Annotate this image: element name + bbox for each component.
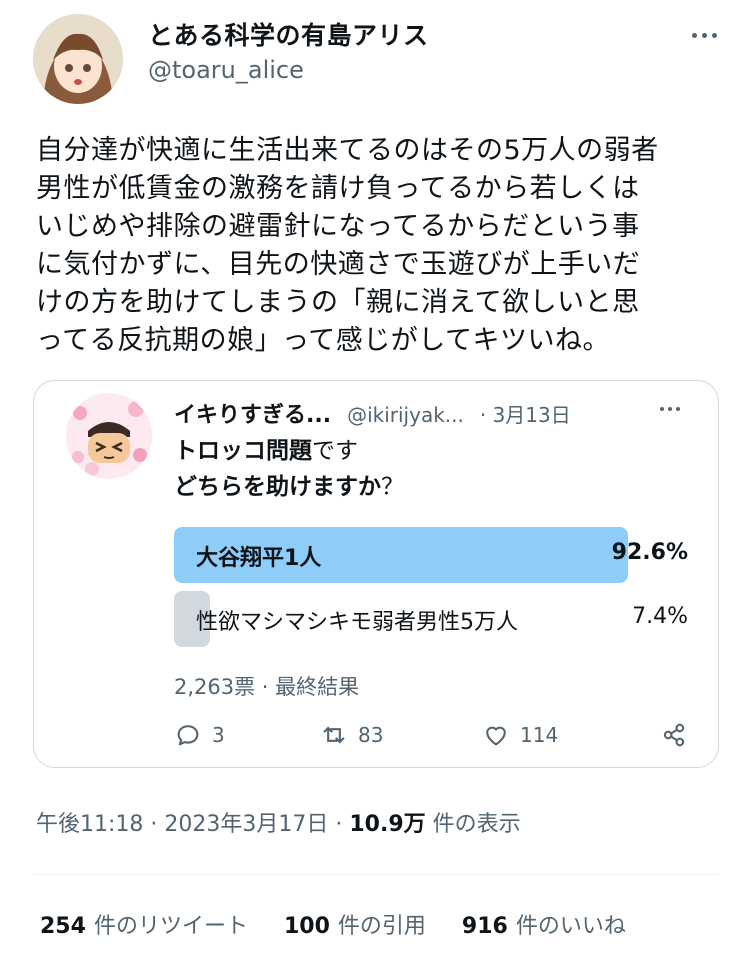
poll-option-2: 性欲マシマシキモ弱者男性5万人 7.4% [174, 591, 688, 647]
retweet-icon [323, 726, 345, 744]
retweets-stat[interactable]: 254 件のリツイート [40, 908, 248, 940]
reply-count: 3 [212, 723, 225, 747]
share-icon [663, 723, 685, 747]
tweet-timestamp: 午後11:18 · 2023年3月17日 · 10.9万 件の表示 [36, 806, 521, 838]
like-count: 114 [520, 723, 559, 747]
poll-option-1: 大谷翔平1人 92.6% [174, 527, 688, 583]
quoted-date[interactable]: · 3月13日 [480, 399, 571, 428]
reply-icon [177, 725, 199, 746]
more-options-icon[interactable] [684, 20, 724, 50]
quoted-more-icon[interactable] [650, 397, 690, 421]
quotes-stat[interactable]: 100 件の引用 [284, 908, 426, 940]
quoted-line2-bold: どちらを助けますか [174, 474, 381, 500]
quoted-line1-rest: です [312, 438, 358, 464]
quotes-number: 100 [283, 914, 330, 939]
dot [668, 407, 672, 411]
like-button[interactable]: 114 [482, 721, 558, 749]
author-name[interactable]: とある科学の有島アリス [148, 16, 429, 52]
poll-option-1-label: 大谷翔平1人 [196, 546, 322, 571]
poll-option-2-label: 性欲マシマシキモ弱者男性5万人 [196, 610, 518, 635]
author-handle[interactable]: @toaru_alice [148, 56, 304, 84]
dot [691, 32, 697, 38]
engagement-stats: 254 件のリツイート 100 件の引用 916 件のいいね [40, 908, 626, 940]
time-date[interactable]: 午後11:18 · 2023年3月17日 · [36, 812, 349, 837]
likes-label: 件のいいね [515, 914, 626, 939]
quoted-author-avatar[interactable] [66, 393, 152, 479]
reply-button[interactable]: 3 [174, 721, 225, 749]
share-button[interactable] [660, 721, 688, 749]
likes-stat[interactable]: 916 件のいいね [462, 908, 626, 940]
poll-option-1-percent: 92.6% [611, 540, 688, 565]
poll-option-2-percent: 7.4% [632, 604, 688, 629]
retweets-number: 254 [40, 914, 86, 939]
dot [660, 407, 664, 411]
poll-footer: 2,263票 · 最終結果 [174, 675, 360, 699]
divider [33, 874, 719, 875]
retweets-label: 件のリツイート [93, 914, 248, 939]
quotes-label: 件の引用 [337, 914, 426, 939]
quoted-meta: イキりすぎる... @ikirijyak... · 3月13日 [174, 397, 571, 429]
author-avatar[interactable] [33, 14, 123, 104]
views-label: 件の表示 [425, 812, 521, 837]
quoted-author-name[interactable]: イキりすぎる... [174, 397, 331, 429]
likes-number: 916 [461, 914, 508, 939]
quoted-text: トロッコ問題です どちらを助けますか？ [174, 433, 404, 505]
quoted-author-handle[interactable]: @ikirijyak... [347, 403, 464, 427]
views-count: 10.9万 [349, 812, 426, 837]
quoted-tweet-card[interactable]: イキりすぎる... @ikirijyak... · 3月13日 トロッコ問題です… [33, 380, 719, 768]
retweet-button[interactable]: 83 [320, 721, 383, 749]
dot [711, 32, 717, 38]
retweet-count: 83 [358, 723, 384, 747]
dot [676, 407, 680, 411]
quoted-line2-rest: ？ [381, 474, 404, 500]
tweet-text: 自分達が快適に生活出来てるのはその5万人の弱者 男性が低賃金の激務を請け負ってる… [36, 135, 659, 356]
dot [701, 32, 707, 38]
heart-icon [486, 726, 506, 746]
quoted-actions: 3 83 114 [174, 721, 694, 761]
quoted-line1-bold: トロッコ問題 [174, 438, 312, 464]
